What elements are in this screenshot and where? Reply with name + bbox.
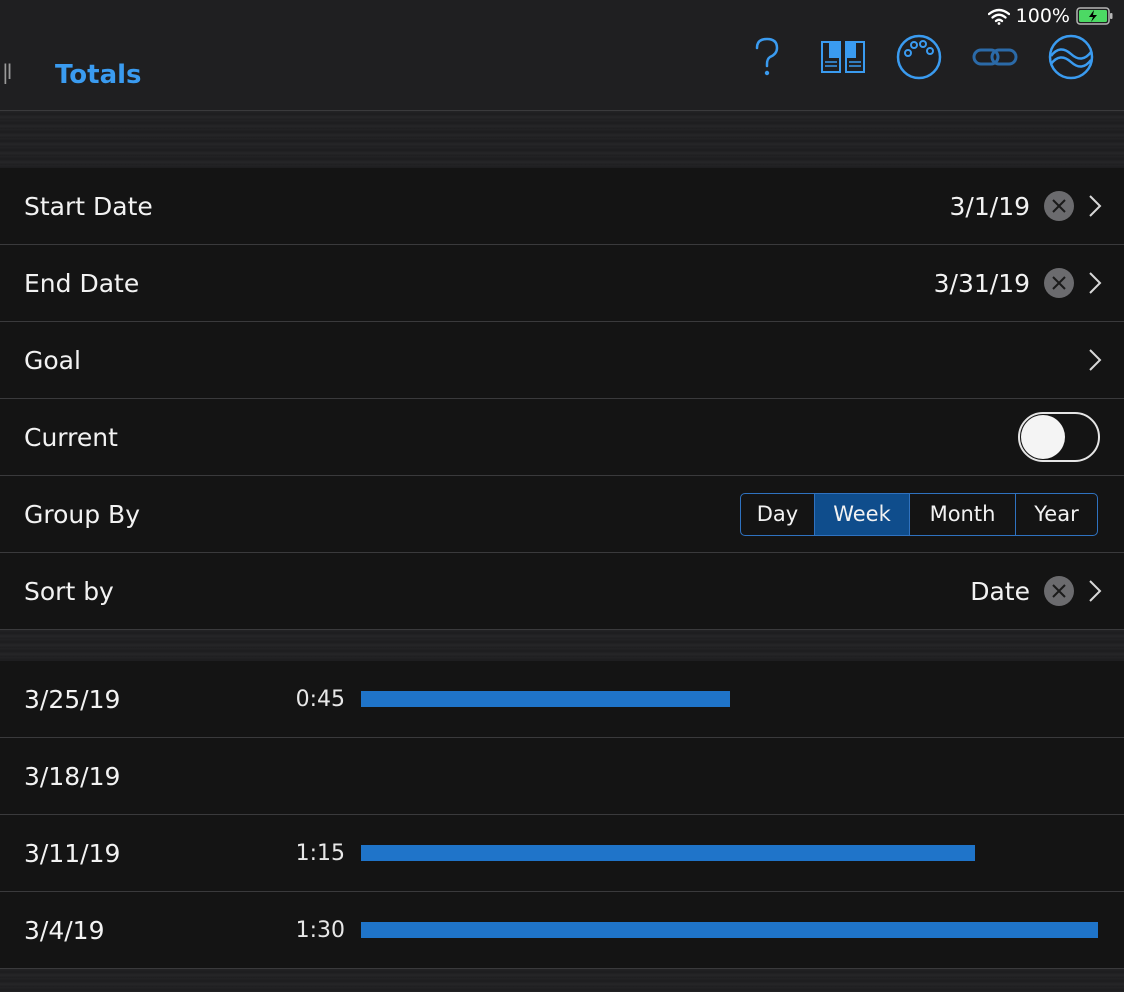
battery-charging-icon [1076,7,1113,25]
sort-by-value: Date [970,576,1030,606]
start-date-value: 3/1/19 [949,191,1030,221]
toggle-knob [1021,415,1065,459]
link-icon[interactable] [972,34,1018,80]
sort-by-row[interactable]: Sort by Date [0,553,1124,630]
total-row[interactable]: 3/25/19 0:45 [0,661,1124,738]
close-icon [1052,276,1066,290]
close-icon [1052,584,1066,598]
chevron-right-icon [1089,195,1102,217]
end-date-label: End Date [24,268,140,298]
total-row[interactable]: 3/11/19 1:15 [0,815,1124,892]
current-toggle[interactable] [1018,412,1100,462]
current-controls [1018,399,1100,475]
current-label: Current [24,422,118,452]
segment-week[interactable]: Week [814,493,909,535]
sort-by-controls: Date [970,553,1102,629]
chevron-right-icon [1089,580,1102,602]
page-title: Totals [55,60,142,90]
columns-icon[interactable] [820,34,866,80]
clear-start-date-button[interactable] [1044,191,1074,221]
total-bar [361,845,975,861]
section-separator [0,111,1124,169]
start-date-controls: 3/1/19 [950,168,1102,244]
toolbar [744,34,1094,80]
segment-year[interactable]: Year [1015,493,1097,535]
end-date-controls: 3/31/19 [934,245,1102,321]
total-duration: 1:30 [295,917,345,943]
wifi-icon [987,8,1010,25]
total-bar [361,691,730,707]
total-bar [361,922,1098,938]
start-date-label: Start Date [24,191,153,221]
help-icon[interactable] [744,34,790,80]
sort-by-label: Sort by [24,576,114,606]
goal-label: Goal [24,345,81,375]
total-row[interactable]: 3/4/19 1:30 [0,892,1124,969]
goal-row[interactable]: Goal [0,322,1124,399]
current-row: Current [0,399,1124,476]
segment-day[interactable]: Day [741,494,814,535]
palette-icon[interactable] [896,34,942,80]
close-icon [1052,199,1066,213]
end-date-row[interactable]: End Date 3/31/19 [0,245,1124,322]
chevron-right-icon [1089,272,1102,294]
sidebar-handle[interactable]: |l [2,60,12,84]
group-by-segmented-control: Day Week Month Year [740,492,1098,536]
section-separator [0,630,1124,661]
section-separator [0,969,1124,992]
total-duration: 0:45 [295,686,345,712]
total-date: 3/18/19 [24,761,121,791]
clear-sort-button[interactable] [1044,576,1074,606]
clear-end-date-button[interactable] [1044,268,1074,298]
group-by-controls: Day Week Month Year [740,476,1100,552]
group-by-label: Group By [24,499,141,529]
status-bar: 100% [0,0,1124,32]
total-date: 3/25/19 [24,684,121,714]
total-date: 3/11/19 [24,838,121,868]
battery-percent: 100% [1015,5,1070,27]
end-date-value: 3/31/19 [933,268,1030,298]
start-date-row[interactable]: Start Date 3/1/19 [0,168,1124,245]
status-indicators: 100% [987,5,1114,27]
segment-month[interactable]: Month [909,493,1015,535]
total-duration: 1:15 [295,840,345,866]
waveform-icon[interactable] [1048,34,1094,80]
total-date: 3/4/19 [24,915,105,945]
chevron-right-icon [1089,349,1102,371]
goal-controls [1088,322,1102,398]
total-row[interactable]: 3/18/19 [0,738,1124,815]
group-by-row: Group By Day Week Month Year [0,476,1124,553]
